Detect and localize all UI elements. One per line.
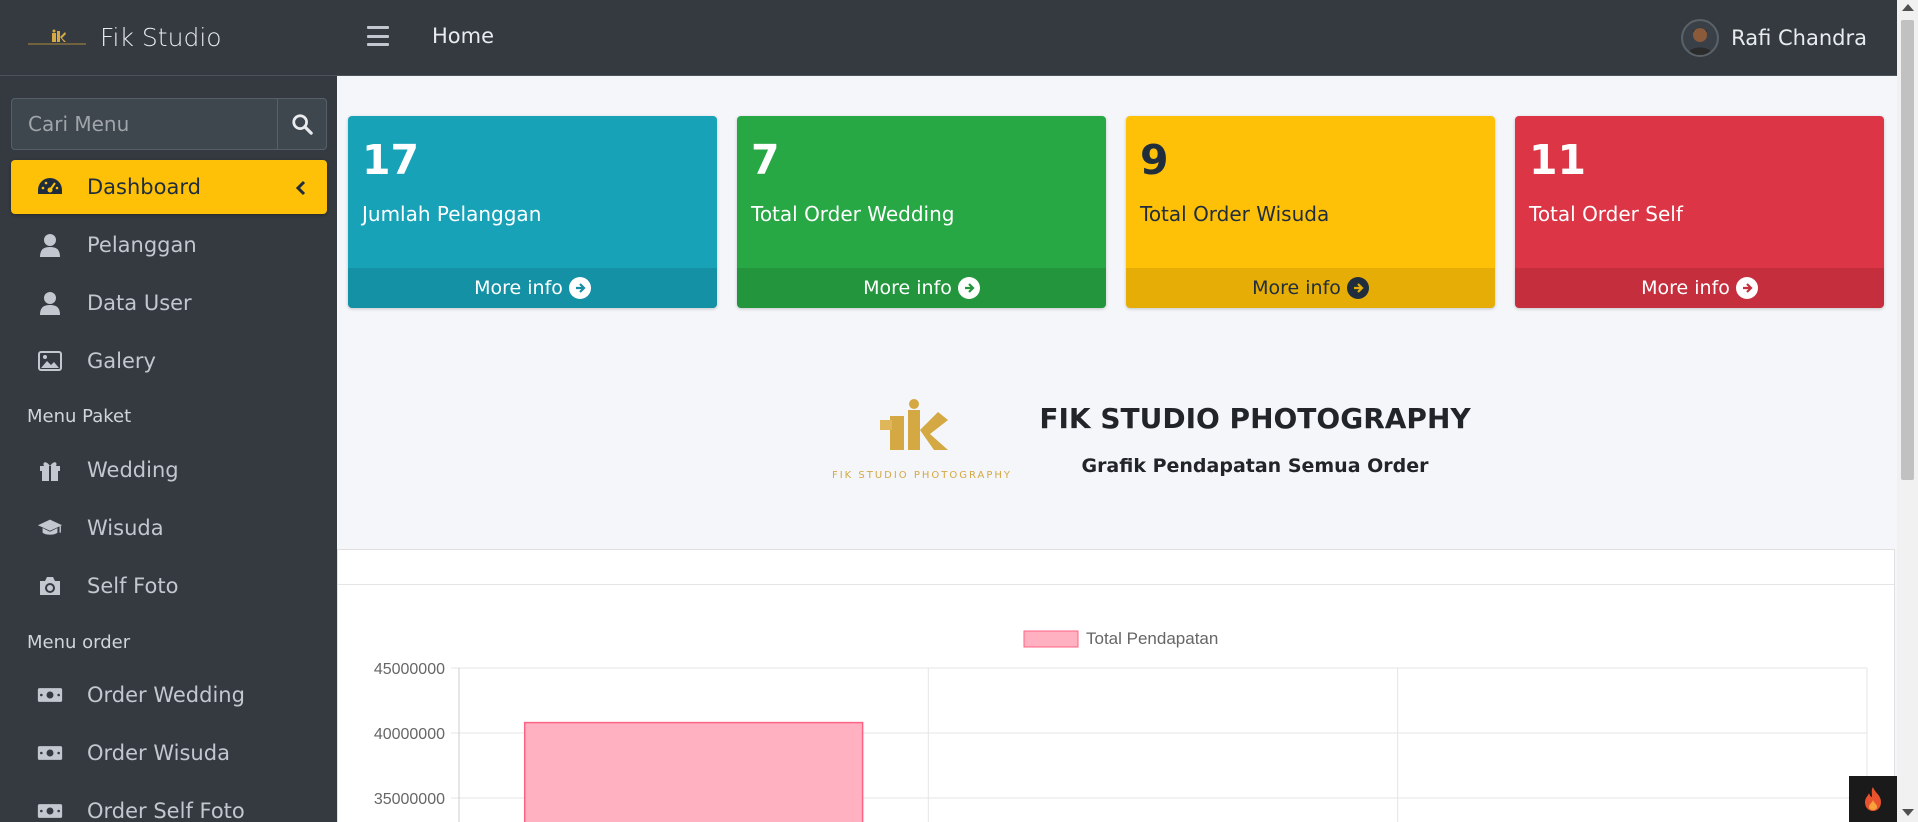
stat-value: 7 <box>751 136 780 184</box>
sidebar-item-dashboard[interactable]: Dashboard <box>11 160 327 214</box>
scroll-up-arrow-icon[interactable] <box>1902 4 1914 11</box>
page-subtitle: Grafik Pendapatan Semua Order <box>1081 455 1429 477</box>
sidebar-item-label: Wisuda <box>87 516 164 540</box>
money-bill-icon <box>37 682 63 708</box>
chart-card: Total Pendapatan 45000000 40000000 35000000 <box>337 549 1895 822</box>
sidebar-item-wisuda[interactable]: Wisuda <box>11 501 327 555</box>
hamburger-menu-icon[interactable] <box>367 26 389 46</box>
gift-icon <box>37 457 63 483</box>
search-input[interactable] <box>12 99 277 149</box>
chevron-left-icon <box>295 177 307 201</box>
sidebar-item-order-self-foto[interactable]: Order Self Foto <box>11 784 327 822</box>
sidebar-item-galery[interactable]: Galery <box>11 334 327 388</box>
scroll-down-arrow-icon[interactable] <box>1902 809 1914 816</box>
stat-value: 11 <box>1529 136 1587 184</box>
arrow-circle-right-icon <box>1735 277 1758 299</box>
image-icon <box>37 348 63 374</box>
arrow-circle-right-icon <box>568 277 591 299</box>
user-icon <box>37 290 63 316</box>
stat-value: 17 <box>362 136 420 184</box>
brand-name: Fik Studio <box>100 23 222 52</box>
revenue-chart: Total Pendapatan 45000000 40000000 35000000 <box>374 629 1868 822</box>
more-info-label: More info <box>474 277 563 299</box>
sidebar-item-label: Wedding <box>87 458 179 482</box>
user-name: Rafi Chandra <box>1731 26 1867 50</box>
legend-label: Total Pendapatan <box>1086 629 1218 648</box>
money-bill-icon <box>37 740 63 766</box>
y-tick-label: 40000000 <box>374 726 445 743</box>
search-button[interactable] <box>277 99 326 149</box>
sidebar-item-label: Order Wedding <box>87 683 245 707</box>
avatar <box>1681 19 1720 57</box>
more-info-link[interactable]: More info <box>737 268 1106 308</box>
stat-label: Total Order Wedding <box>751 202 955 226</box>
more-info-label: More info <box>1252 277 1341 299</box>
y-tick-label: 35000000 <box>374 791 445 808</box>
stat-box-pelanggan: 17 Jumlah Pelanggan More info <box>348 116 717 308</box>
sidebar-item-label: Galery <box>87 349 156 373</box>
stat-box-wisuda: 9 Total Order Wisuda More info <box>1126 116 1495 308</box>
brand-logo <box>28 26 86 50</box>
user-icon <box>37 232 63 258</box>
sidebar-item-label: Self Foto <box>87 574 179 598</box>
money-bill-icon <box>37 798 63 822</box>
studio-logo: FIK STUDIO PHOTOGRAPHY <box>822 396 1022 481</box>
sidebar: Fik Studio Dashboard Pelanggan Data User <box>0 0 337 822</box>
tachometer-icon <box>37 174 63 200</box>
scrollbar[interactable] <box>1897 0 1918 822</box>
brand[interactable]: Fik Studio <box>0 0 337 76</box>
card-header <box>338 550 1894 585</box>
sidebar-item-wedding[interactable]: Wedding <box>11 443 327 497</box>
more-info-link[interactable]: More info <box>1126 268 1495 308</box>
sidebar-item-order-wisuda[interactable]: Order Wisuda <box>11 726 327 780</box>
graduation-cap-icon <box>37 515 63 541</box>
stat-label: Total Order Self <box>1529 202 1683 226</box>
legend-swatch <box>1023 630 1079 648</box>
more-info-label: More info <box>1641 277 1730 299</box>
sidebar-item-order-wedding[interactable]: Order Wedding <box>11 668 327 722</box>
stat-box-wedding: 7 Total Order Wedding More info <box>737 116 1106 308</box>
stat-box-self: 11 Total Order Self More info <box>1515 116 1884 308</box>
sidebar-item-pelanggan[interactable]: Pelanggan <box>11 218 327 272</box>
scroll-thumb[interactable] <box>1901 20 1914 480</box>
nav-header-order: Menu order <box>27 632 131 653</box>
user-menu[interactable]: Rafi Chandra <box>1681 19 1867 57</box>
stat-value: 9 <box>1140 136 1169 184</box>
y-tick-label: 45000000 <box>374 661 445 678</box>
stat-label: Total Order Wisuda <box>1140 202 1330 226</box>
nav-header-paket: Menu Paket <box>27 406 132 427</box>
sidebar-item-label: Order Self Foto <box>87 799 245 822</box>
camera-icon <box>37 573 63 599</box>
bar <box>523 721 864 822</box>
search-icon <box>292 114 313 135</box>
arrow-circle-right-icon <box>957 277 980 299</box>
more-info-link[interactable]: More info <box>1515 268 1884 308</box>
stat-label: Jumlah Pelanggan <box>362 202 542 226</box>
sidebar-item-self-foto[interactable]: Self Foto <box>11 559 327 613</box>
nav-home-link[interactable]: Home <box>432 24 494 48</box>
page-title: FIK STUDIO PHOTOGRAPHY <box>1039 402 1471 435</box>
topbar: Home Rafi Chandra <box>337 0 1897 76</box>
sidebar-item-label: Data User <box>87 291 192 315</box>
sidebar-item-label: Pelanggan <box>87 233 197 257</box>
arrow-circle-right-icon <box>1346 277 1369 299</box>
sidebar-item-label: Dashboard <box>87 175 201 199</box>
sidebar-item-label: Order Wisuda <box>87 741 230 765</box>
debug-toolbar-button[interactable] <box>1849 776 1897 822</box>
sidebar-search <box>11 98 327 150</box>
more-info-label: More info <box>863 277 952 299</box>
logo-text: FIK STUDIO PHOTOGRAPHY <box>832 470 1012 481</box>
fire-icon <box>1865 787 1881 811</box>
sidebar-item-data-user[interactable]: Data User <box>11 276 327 330</box>
more-info-link[interactable]: More info <box>348 268 717 308</box>
